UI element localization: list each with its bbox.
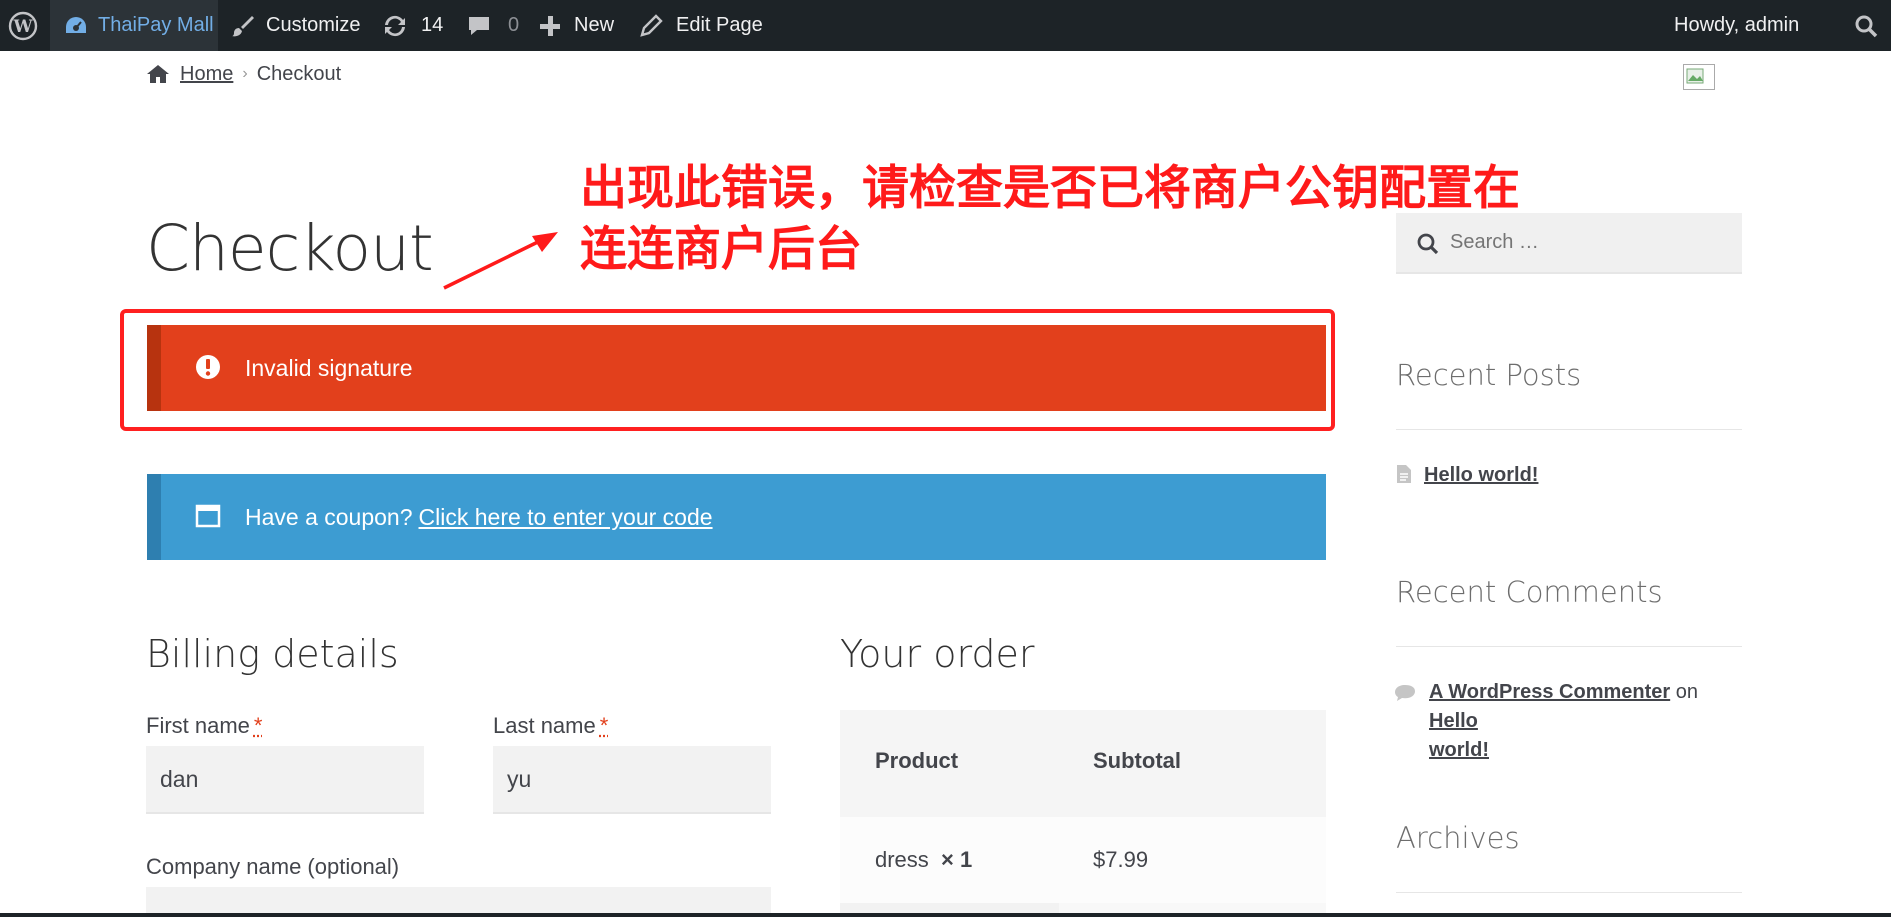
breadcrumb-home-link[interactable]: Home <box>180 63 233 86</box>
coupon-message: Have a coupon? Click here to enter your … <box>245 474 713 560</box>
site-name-label: ThaiPay Mall <box>98 14 214 36</box>
home-icon <box>147 65 169 83</box>
annotation-arrow-icon <box>443 232 558 290</box>
updates-count: 14 <box>421 14 444 36</box>
your-order-title: Your order <box>840 632 1035 676</box>
comment-author-link[interactable]: A WordPress Commenter <box>1429 681 1670 703</box>
item-name: dress <box>875 847 929 872</box>
divider <box>1396 892 1742 893</box>
search-input[interactable] <box>1450 213 1730 272</box>
annotation-line-2: 连连商户后台 <box>580 222 862 277</box>
sidebar-search <box>1396 213 1742 274</box>
customize-menu[interactable]: Customize <box>230 0 360 51</box>
new-label: New <box>574 14 615 36</box>
comment-bubble-icon <box>469 16 489 35</box>
window-bottom-edge <box>0 913 1891 917</box>
annotation-line-1: 出现此错误，请检查是否已将商户公钥配置在 <box>580 161 1520 216</box>
howdy-label: Howdy, admin <box>1674 14 1800 36</box>
customize-label: Customize <box>266 14 361 36</box>
recent-post-item: Hello world! <box>1396 461 1538 490</box>
recent-comment-item: A WordPress Commenter on Hello world! <box>1429 678 1749 765</box>
product-column-header: Product <box>875 748 959 773</box>
order-item-name: dress × 1 <box>875 847 972 873</box>
comments-menu[interactable]: 0 <box>466 0 519 51</box>
archives-title: Archives <box>1396 821 1520 855</box>
page-title: Checkout <box>146 212 434 285</box>
last-name-label: Last name * <box>493 713 608 739</box>
subtotal-column-header: Subtotal <box>1093 748 1181 773</box>
search-icon <box>1417 233 1439 255</box>
edit-page-menu[interactable]: Edit Page <box>638 0 763 51</box>
recent-comments-title: Recent Comments <box>1396 575 1663 609</box>
error-notice: Invalid signature <box>147 325 1326 411</box>
comment-post-link-continued[interactable]: world! <box>1429 739 1489 761</box>
annotation-note: 出现此错误，请检查是否已将商户公钥配置在 连连商户后台 <box>580 158 1520 280</box>
my-account-menu[interactable]: Howdy, admin <box>1674 0 1799 51</box>
required-marker: * <box>599 713 609 738</box>
plus-icon <box>540 15 560 36</box>
dashboard-icon <box>66 16 86 33</box>
pencil-icon <box>640 13 663 37</box>
window-icon <box>195 504 221 528</box>
coupon-notice: Have a coupon? Click here to enter your … <box>147 474 1326 560</box>
svg-text:W: W <box>12 17 33 37</box>
site-name-menu[interactable]: ThaiPay Mall <box>50 0 218 51</box>
breadcrumb-current: Checkout <box>256 62 342 85</box>
order-item-row: dress × 1 $7.99 <box>840 817 1326 903</box>
last-name-label-text: Last name <box>493 713 596 738</box>
first-name-label-text: First name <box>146 713 250 738</box>
comment-post-link[interactable]: Hello <box>1429 710 1478 732</box>
recent-posts-title: Recent Posts <box>1396 358 1582 392</box>
updates-icon <box>385 15 405 36</box>
coupon-prefix: Have a coupon? <box>245 503 413 530</box>
chevron-right-icon: › <box>242 65 248 82</box>
recent-post-link[interactable]: Hello world! <box>1424 464 1538 486</box>
wordpress-logo-icon[interactable]: W <box>0 0 46 51</box>
item-quantity: × 1 <box>941 847 973 872</box>
required-marker: * <box>253 713 263 738</box>
new-content-menu[interactable]: New <box>538 0 614 51</box>
billing-details-title: Billing details <box>146 632 399 676</box>
document-icon <box>1397 465 1411 483</box>
comment-on-text: on <box>1675 681 1698 703</box>
comment-icon <box>1395 685 1415 701</box>
enter-coupon-link[interactable]: Click here to enter your code <box>419 504 713 531</box>
edit-page-label: Edit Page <box>676 14 763 36</box>
breadcrumb: Home › Checkout <box>146 62 341 86</box>
first-name-label: First name * <box>146 713 262 739</box>
paintbrush-icon <box>232 15 254 36</box>
first-name-input[interactable] <box>146 746 424 814</box>
broken-image-icon <box>1683 64 1715 90</box>
last-name-input[interactable] <box>493 746 771 814</box>
divider <box>1396 646 1742 647</box>
alert-circle-icon <box>196 355 220 379</box>
comments-count: 0 <box>508 14 520 36</box>
order-table-header: Product Subtotal <box>840 710 1326 817</box>
order-item-subtotal: $7.99 <box>1093 847 1149 872</box>
error-message: Invalid signature <box>245 354 413 381</box>
admin-bar: W ThaiPay Mall Customize 14 0 New Edit P… <box>0 0 1891 51</box>
order-review-table: Product Subtotal dress × 1 $7.99 <box>840 710 1326 917</box>
updates-menu[interactable]: 14 <box>381 0 443 51</box>
company-name-label: Company name (optional) <box>146 854 400 879</box>
divider <box>1396 429 1742 430</box>
admin-search-icon[interactable] <box>1854 0 1878 51</box>
